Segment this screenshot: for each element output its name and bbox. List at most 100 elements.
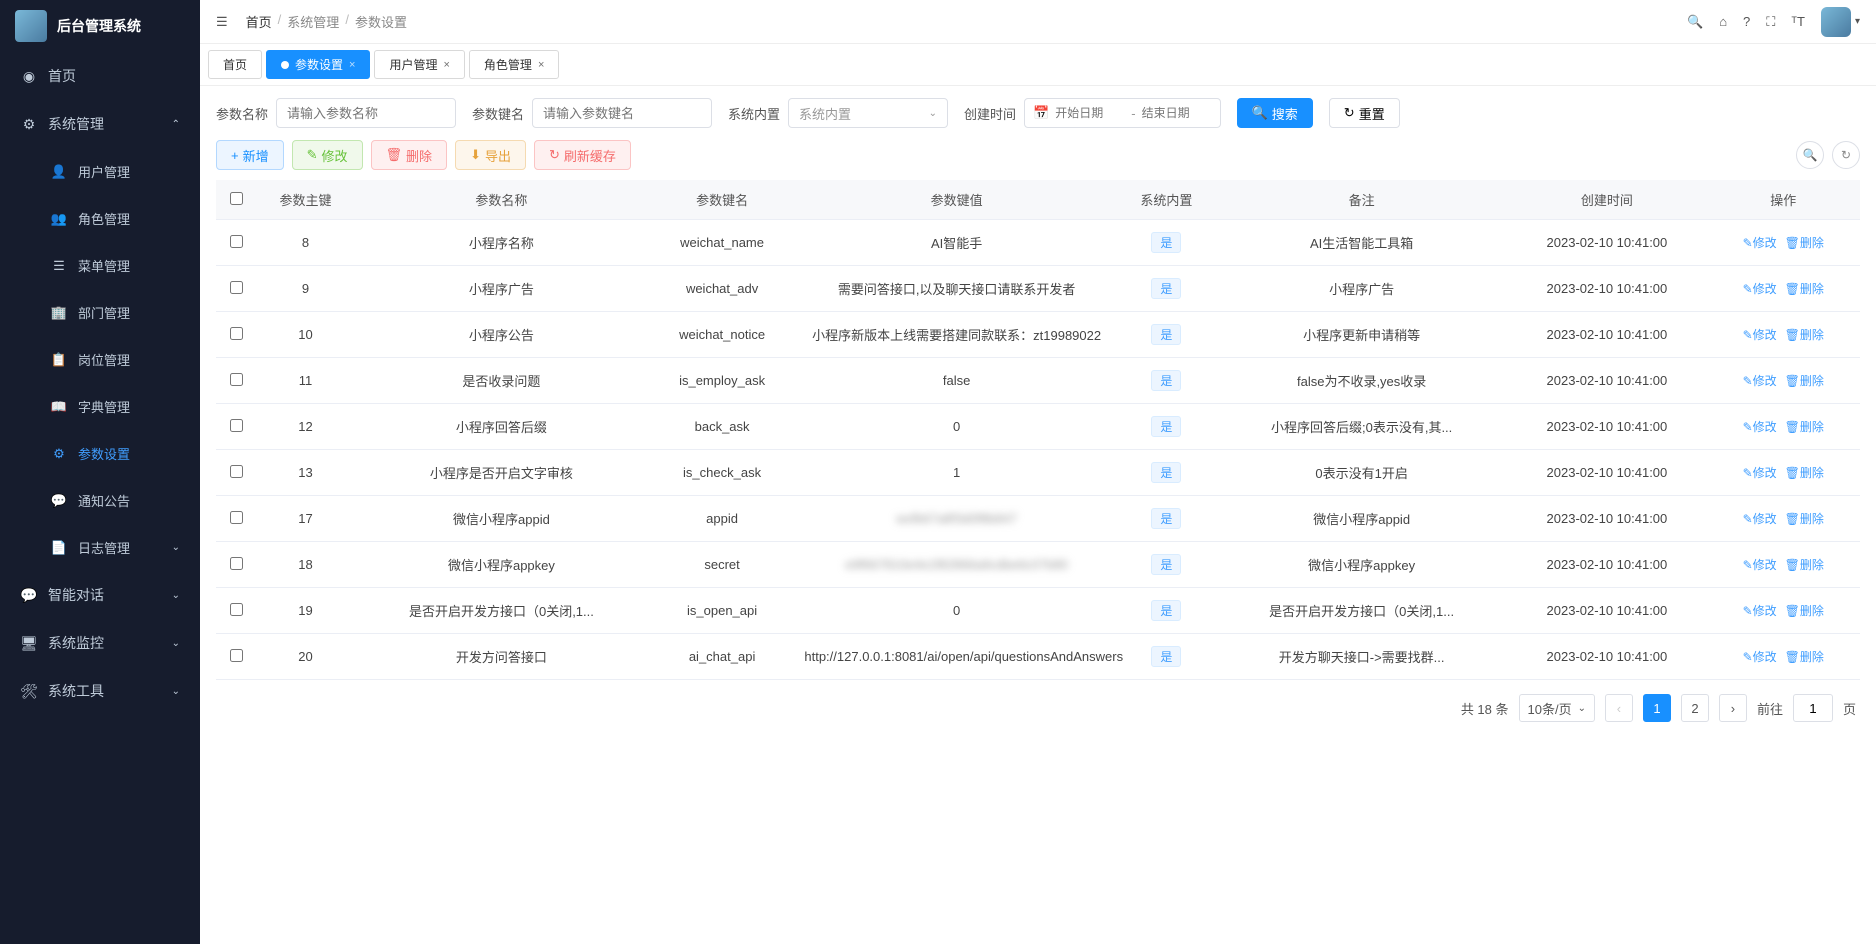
sidebar-item-2[interactable]: ☰菜单管理 (0, 242, 200, 289)
sidebar-item-4[interactable]: 📋岗位管理 (0, 336, 200, 383)
action-edit[interactable]: ✎修改 (1743, 602, 1777, 619)
action-delete[interactable]: 🗑删除 (1785, 280, 1824, 297)
input-start-date[interactable] (1055, 106, 1125, 120)
action-delete[interactable]: 🗑删除 (1785, 372, 1824, 389)
close-icon[interactable]: × (349, 59, 355, 71)
close-icon[interactable]: × (538, 59, 544, 71)
cell-time: 2023-02-10 10:41:00 (1507, 588, 1706, 634)
action-edit[interactable]: ✎修改 (1743, 326, 1777, 343)
app-title: 后台管理系统 (57, 16, 141, 36)
help-icon[interactable]: ? (1743, 14, 1750, 29)
sidebar-item-5[interactable]: 📖字典管理 (0, 383, 200, 430)
search-icon[interactable]: 🔍 (1687, 14, 1703, 30)
action-edit[interactable]: ✎修改 (1743, 648, 1777, 665)
action-edit[interactable]: ✎修改 (1743, 372, 1777, 389)
refresh-icon: ↻ (1344, 105, 1355, 121)
edit-button[interactable]: ✎修改 (292, 140, 363, 170)
row-checkbox[interactable] (230, 511, 243, 524)
action-delete[interactable]: 🗑删除 (1785, 326, 1824, 343)
fullscreen-icon[interactable]: ⛶ (1766, 14, 1775, 30)
next-page-button[interactable]: › (1719, 694, 1747, 722)
menu-icon: ☰ (50, 258, 68, 274)
action-delete[interactable]: 🗑删除 (1785, 648, 1824, 665)
tab-2[interactable]: 用户管理× (374, 50, 464, 79)
action-delete[interactable]: 🗑删除 (1785, 418, 1824, 435)
action-edit[interactable]: ✎修改 (1743, 418, 1777, 435)
action-delete[interactable]: 🗑删除 (1785, 234, 1824, 251)
cell-id: 10 (256, 312, 355, 358)
sidebar-item-1[interactable]: 👥角色管理 (0, 195, 200, 242)
export-button[interactable]: ⬇导出 (455, 140, 526, 170)
row-checkbox[interactable] (230, 419, 243, 432)
prev-page-button[interactable]: ‹ (1605, 694, 1633, 722)
action-delete[interactable]: 🗑删除 (1785, 464, 1824, 481)
cell-key: weichat_name (648, 220, 797, 266)
cell-value: 需要问答接口,以及聊天接口请联系开发者 (796, 266, 1117, 312)
app-logo[interactable]: 后台管理系统 (0, 0, 200, 52)
row-checkbox[interactable] (230, 465, 243, 478)
cell-key: is_check_ask (648, 450, 797, 496)
select-builtin[interactable]: 系统内置⌄ (788, 98, 948, 128)
toggle-search-button[interactable]: 🔍 (1796, 141, 1824, 169)
hamburger-icon[interactable]: ☰ (216, 14, 228, 30)
row-checkbox[interactable] (230, 373, 243, 386)
row-checkbox[interactable] (230, 649, 243, 662)
sidebar-item-monitor[interactable]: 🖥系统监控⌄ (0, 619, 200, 667)
action-delete[interactable]: 🗑删除 (1785, 510, 1824, 527)
breadcrumb-home[interactable]: 首页 (246, 12, 272, 31)
sidebar-item-tools[interactable]: 🛠系统工具⌄ (0, 667, 200, 715)
input-param-key[interactable] (532, 98, 712, 128)
add-button[interactable]: +新增 (216, 140, 284, 170)
refresh-cache-button[interactable]: ↻刷新缓存 (534, 140, 631, 170)
sidebar-item-home[interactable]: ◉首页 (0, 52, 200, 100)
cell-remark: 微信小程序appkey (1216, 542, 1507, 588)
action-edit[interactable]: ✎修改 (1743, 510, 1777, 527)
tools-icon: 🛠 (20, 683, 38, 700)
goto-input[interactable] (1793, 694, 1833, 722)
sidebar-item-3[interactable]: 🏢部门管理 (0, 289, 200, 336)
fontsize-icon[interactable]: ᵀT (1791, 14, 1805, 29)
tab-1[interactable]: 参数设置× (266, 50, 370, 79)
sidebar-item-6[interactable]: ⚙参数设置 (0, 430, 200, 477)
sidebar-item-sysmgmt[interactable]: ⚙系统管理⌃ (0, 100, 200, 148)
pagination-total: 共 18 条 (1461, 699, 1509, 718)
action-edit[interactable]: ✎修改 (1743, 234, 1777, 251)
action-edit[interactable]: ✎修改 (1743, 556, 1777, 573)
github-icon[interactable]: ⌂ (1719, 14, 1727, 29)
row-checkbox[interactable] (230, 557, 243, 570)
delete-button[interactable]: 🗑删除 (371, 140, 448, 170)
tab-3[interactable]: 角色管理× (469, 50, 559, 79)
cell-key: is_open_api (648, 588, 797, 634)
search-button[interactable]: 🔍搜索 (1237, 98, 1313, 128)
sidebar-item-7[interactable]: 💬通知公告 (0, 477, 200, 524)
input-end-date[interactable] (1142, 106, 1212, 120)
row-checkbox[interactable] (230, 603, 243, 616)
page-button-1[interactable]: 1 (1643, 694, 1671, 722)
sidebar-item-8[interactable]: 📄日志管理⌄ (0, 524, 200, 571)
reset-button[interactable]: ↻重置 (1329, 98, 1400, 128)
tab-0[interactable]: 首页 (208, 50, 262, 79)
page-size-select[interactable]: 10条/页⌄ (1519, 694, 1595, 722)
action-delete[interactable]: 🗑删除 (1785, 556, 1824, 573)
row-checkbox[interactable] (230, 327, 243, 340)
table-row: 9小程序广告weichat_adv需要问答接口,以及聊天接口请联系开发者是小程序… (216, 266, 1860, 312)
sidebar-item-0[interactable]: 👤用户管理 (0, 148, 200, 195)
menu-icon: 📖 (50, 399, 68, 415)
sidebar-item-ai[interactable]: 💬智能对话⌄ (0, 571, 200, 619)
input-param-name[interactable] (276, 98, 456, 128)
action-delete[interactable]: 🗑删除 (1785, 602, 1824, 619)
action-edit[interactable]: ✎修改 (1743, 464, 1777, 481)
checkbox-all[interactable] (230, 192, 243, 205)
builtin-tag: 是 (1151, 600, 1181, 621)
row-checkbox[interactable] (230, 235, 243, 248)
cell-remark: false为不收录,yes收录 (1216, 358, 1507, 404)
page-button-2[interactable]: 2 (1681, 694, 1709, 722)
close-icon[interactable]: × (443, 59, 449, 71)
action-edit[interactable]: ✎修改 (1743, 280, 1777, 297)
refresh-table-button[interactable]: ↻ (1832, 141, 1860, 169)
user-menu[interactable]: ▾ (1821, 7, 1860, 37)
breadcrumb-group: 系统管理 (287, 12, 339, 31)
date-range-picker[interactable]: 📅 - (1024, 98, 1221, 128)
label-create-time: 创建时间 (964, 104, 1016, 123)
row-checkbox[interactable] (230, 281, 243, 294)
